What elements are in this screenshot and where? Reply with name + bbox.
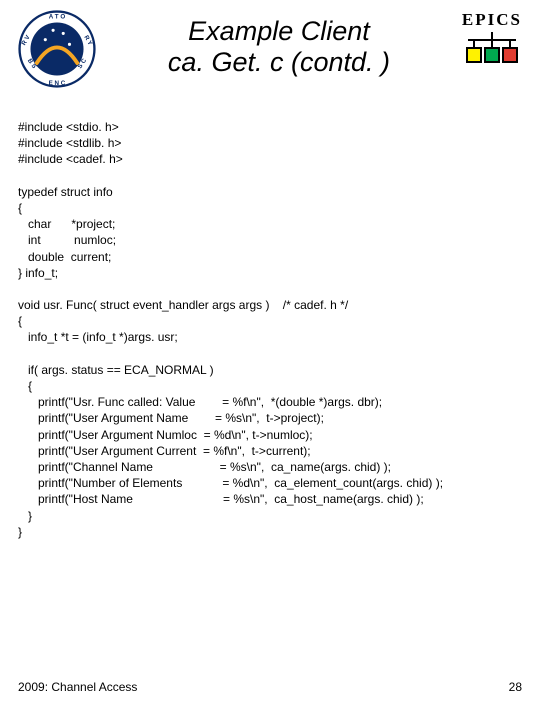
svg-text:E N C: E N C — [49, 80, 66, 87]
title-block: Example Client ca. Get. c (contd. ) — [106, 16, 452, 78]
slide-title-line1: Example Client — [106, 16, 452, 47]
footer-left: 2009: Channel Access — [18, 680, 137, 694]
footer: 2009: Channel Access 28 — [18, 680, 522, 694]
epics-icon — [464, 32, 520, 66]
code-block: #include <stdio. h> #include <stdlib. h>… — [18, 119, 522, 540]
header: A T O R V R Y B S S C E N C Example Clie… — [18, 10, 522, 93]
page-number: 28 — [509, 680, 522, 694]
epics-block: EPICS — [462, 10, 522, 71]
slide: A T O R V R Y B S S C E N C Example Clie… — [0, 0, 540, 720]
slide-title-line2: ca. Get. c (contd. ) — [106, 47, 452, 78]
epics-label: EPICS — [462, 10, 522, 30]
svg-text:A T O: A T O — [49, 14, 66, 21]
observatory-sciences-logo: A T O R V R Y B S S C E N C — [18, 10, 96, 93]
